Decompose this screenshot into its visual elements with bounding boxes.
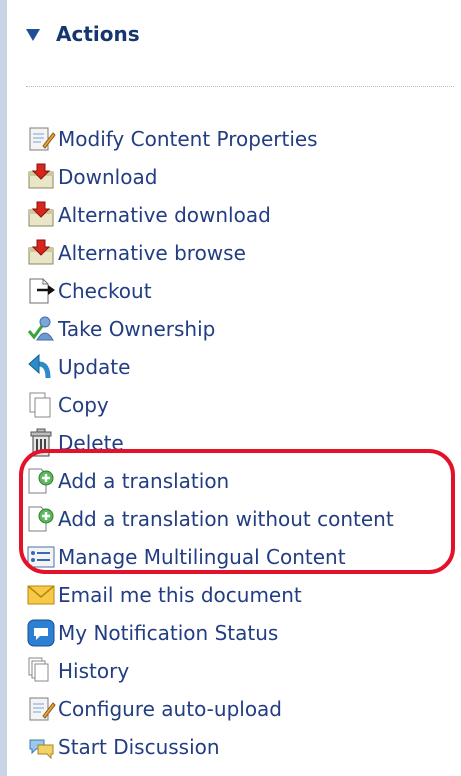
- action-notification-status[interactable]: My Notification Status: [26, 614, 394, 652]
- action-label: Modify Content Properties: [58, 127, 318, 151]
- add-translation-icon: [26, 504, 56, 534]
- action-add-translation-without-content[interactable]: Add a translation without content: [26, 500, 394, 538]
- notification-icon: [26, 618, 56, 648]
- action-label: Email me this document: [58, 583, 302, 607]
- actions-title: Actions: [56, 22, 140, 46]
- action-delete[interactable]: Delete: [26, 424, 394, 462]
- action-label: Copy: [58, 393, 109, 417]
- action-take-ownership[interactable]: Take Ownership: [26, 310, 394, 348]
- alternative-browse-icon: [26, 238, 56, 268]
- action-label: Alternative download: [58, 203, 271, 227]
- action-label: Delete: [58, 431, 124, 455]
- actions-header[interactable]: Actions: [26, 22, 140, 46]
- take-ownership-icon: [26, 314, 56, 344]
- action-manage-multilingual-content[interactable]: Manage Multilingual Content: [26, 538, 394, 576]
- action-label: Take Ownership: [58, 317, 216, 341]
- copy-icon: [26, 390, 56, 420]
- action-start-discussion[interactable]: Start Discussion: [26, 728, 394, 766]
- update-icon: [26, 352, 56, 382]
- actions-list: Modify Content Properties Download Alter…: [26, 120, 394, 766]
- action-copy[interactable]: Copy: [26, 386, 394, 424]
- action-label: Alternative browse: [58, 241, 246, 265]
- action-modify-content-properties[interactable]: Modify Content Properties: [26, 120, 394, 158]
- action-label: Checkout: [58, 279, 152, 303]
- action-label: Manage Multilingual Content: [58, 545, 346, 569]
- action-update[interactable]: Update: [26, 348, 394, 386]
- email-icon: [26, 580, 56, 610]
- discussion-icon: [26, 732, 56, 762]
- action-label: Add a translation without content: [58, 507, 394, 531]
- configure-icon: [26, 694, 56, 724]
- history-icon: [26, 656, 56, 686]
- checkout-icon: [26, 276, 56, 306]
- action-label: Update: [58, 355, 131, 379]
- delete-icon: [26, 428, 56, 458]
- action-label: Configure auto-upload: [58, 697, 283, 721]
- action-alternative-browse[interactable]: Alternative browse: [26, 234, 394, 272]
- action-label: History: [58, 659, 130, 683]
- download-icon: [26, 162, 56, 192]
- edit-properties-icon: [26, 124, 56, 154]
- collapse-triangle-icon[interactable]: [26, 29, 40, 41]
- multilingual-icon: [26, 542, 56, 572]
- add-translation-icon: [26, 466, 56, 496]
- action-email-document[interactable]: Email me this document: [26, 576, 394, 614]
- action-label: Add a translation: [58, 469, 230, 493]
- alternative-download-icon: [26, 200, 56, 230]
- action-alternative-download[interactable]: Alternative download: [26, 196, 394, 234]
- action-label: My Notification Status: [58, 621, 279, 645]
- action-download[interactable]: Download: [26, 158, 394, 196]
- left-border-rule: [0, 0, 7, 776]
- action-checkout[interactable]: Checkout: [26, 272, 394, 310]
- dotted-divider: [26, 86, 454, 87]
- action-history[interactable]: History: [26, 652, 394, 690]
- action-configure-auto-upload[interactable]: Configure auto-upload: [26, 690, 394, 728]
- action-label: Start Discussion: [58, 735, 220, 759]
- action-add-translation[interactable]: Add a translation: [26, 462, 394, 500]
- action-label: Download: [58, 165, 158, 189]
